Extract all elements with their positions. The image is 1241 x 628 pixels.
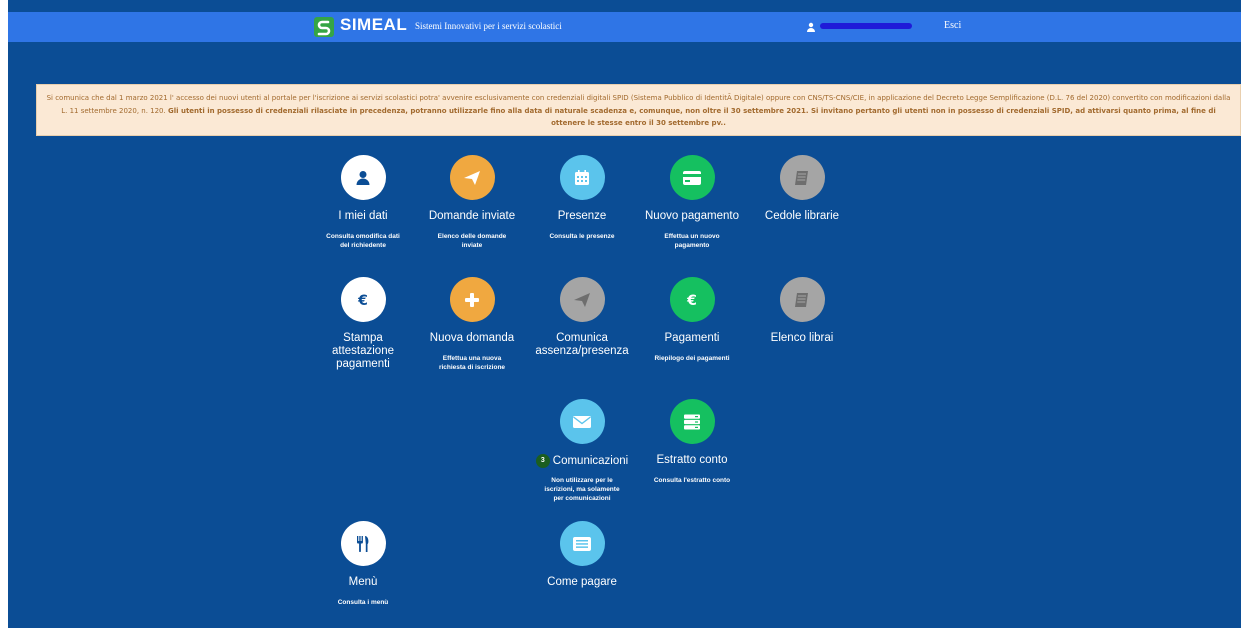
tile-description: Consulta i menù bbox=[337, 599, 389, 606]
tile-description: Effettua un nuovo pagamento bbox=[664, 233, 720, 249]
svg-text:€: € bbox=[357, 293, 368, 309]
app-logo-text[interactable]: SIMEAL bbox=[340, 15, 407, 35]
tile-title: Nuova domanda bbox=[429, 332, 515, 344]
tile-title: Menù bbox=[348, 576, 378, 588]
tile-title: Cedole librarie bbox=[764, 210, 840, 222]
paper-plane-icon bbox=[449, 155, 495, 200]
list-icon bbox=[559, 521, 605, 566]
tile-title: Comunicazioni bbox=[552, 455, 629, 467]
plus-icon bbox=[449, 277, 495, 322]
tile-description: Non utilizzare per le iscrizioni, ma sol… bbox=[544, 477, 620, 503]
user-name bbox=[818, 20, 913, 32]
tile-estratto-conto[interactable]: Estratto conto Consulta l'estratto conto bbox=[637, 399, 747, 485]
tile-miei-dati[interactable]: I miei dati Consulta omodifica dati del … bbox=[308, 155, 418, 250]
tile-nuovo-pagamento[interactable]: Nuovo pagamento Effettua un nuovo pagame… bbox=[637, 155, 747, 250]
svg-text:€: € bbox=[686, 293, 697, 309]
tile-cedole-librarie[interactable]: Cedole librarie bbox=[747, 155, 857, 223]
paper-plane-icon bbox=[559, 277, 605, 322]
euro-icon: € bbox=[340, 277, 386, 322]
tile-title-row: 3 Comunicazioni bbox=[527, 454, 637, 468]
envelope-icon bbox=[559, 399, 605, 444]
credit-card-icon bbox=[669, 155, 715, 200]
tile-menu[interactable]: Menù Consulta i menù bbox=[308, 521, 418, 607]
tile-pagamenti[interactable]: € Pagamenti Riepilogo dei pagamenti bbox=[637, 277, 747, 363]
tile-title: I miei dati bbox=[338, 210, 388, 222]
tile-description: Effettua una nuova richiesta di iscrizio… bbox=[438, 355, 506, 371]
tile-description: Consulta l'estratto conto bbox=[653, 477, 731, 484]
user-icon bbox=[807, 22, 815, 32]
fork-knife-icon bbox=[340, 521, 386, 566]
tile-title: Comunica assenza/presenza bbox=[535, 332, 629, 357]
calendar-icon bbox=[559, 155, 605, 200]
book-icon bbox=[779, 277, 825, 322]
tile-title: Pagamenti bbox=[664, 332, 720, 344]
logout-link[interactable]: Esci bbox=[944, 20, 961, 31]
simeal-logo-icon bbox=[314, 17, 334, 37]
unread-count-badge: 3 bbox=[535, 454, 550, 468]
tile-nuova-domanda[interactable]: Nuova domanda Effettua una nuova richies… bbox=[417, 277, 527, 372]
user-icon bbox=[340, 155, 386, 200]
tile-description: Consulta le presenze bbox=[549, 233, 615, 240]
tile-title: Domande inviate bbox=[428, 210, 516, 222]
redaction-mark bbox=[820, 23, 912, 29]
tile-description: Elenco delle domande inviate bbox=[437, 233, 507, 249]
book-icon bbox=[779, 155, 825, 200]
app-tagline: Sistemi Innovativi per i servizi scolast… bbox=[415, 21, 562, 31]
tile-elenco-librai[interactable]: Elenco librai bbox=[747, 277, 857, 345]
tile-comunica-assenza[interactable]: Comunica assenza/presenza bbox=[527, 277, 637, 358]
tile-title: Estratto conto bbox=[656, 454, 728, 466]
tile-come-pagare[interactable]: Come pagare bbox=[527, 521, 637, 589]
tile-title: Nuovo pagamento bbox=[645, 210, 739, 222]
tile-description: Riepilogo dei pagamenti bbox=[654, 355, 730, 362]
notice-bold-text: Gli utenti in possesso di credenziali ri… bbox=[167, 106, 1216, 128]
tile-title: Come pagare bbox=[547, 576, 617, 588]
tile-title: Presenze bbox=[557, 210, 607, 222]
tile-domande-inviate[interactable]: Domande inviate Elenco delle domande inv… bbox=[417, 155, 527, 250]
tile-title: Stampa attestazione pagamenti bbox=[331, 332, 394, 370]
euro-icon: € bbox=[669, 277, 715, 322]
app-background: SIMEAL Sistemi Innovativi per i servizi … bbox=[8, 0, 1241, 628]
spid-notice: Si comunica che dal 1 marzo 2021 l' acce… bbox=[36, 84, 1241, 136]
top-bar: SIMEAL Sistemi Innovativi per i servizi … bbox=[8, 12, 1241, 42]
tile-description: Consulta omodifica dati del richiedente bbox=[326, 233, 400, 249]
tile-comunicazioni[interactable]: 3 Comunicazioni Non utilizzare per le isc… bbox=[527, 399, 637, 503]
tile-presenze[interactable]: Presenze Consulta le presenze bbox=[527, 155, 637, 241]
tile-stampa-attestazione[interactable]: € Stampa attestazione pagamenti bbox=[308, 277, 418, 371]
tile-title: Elenco librai bbox=[770, 332, 834, 344]
server-icon bbox=[669, 399, 715, 444]
